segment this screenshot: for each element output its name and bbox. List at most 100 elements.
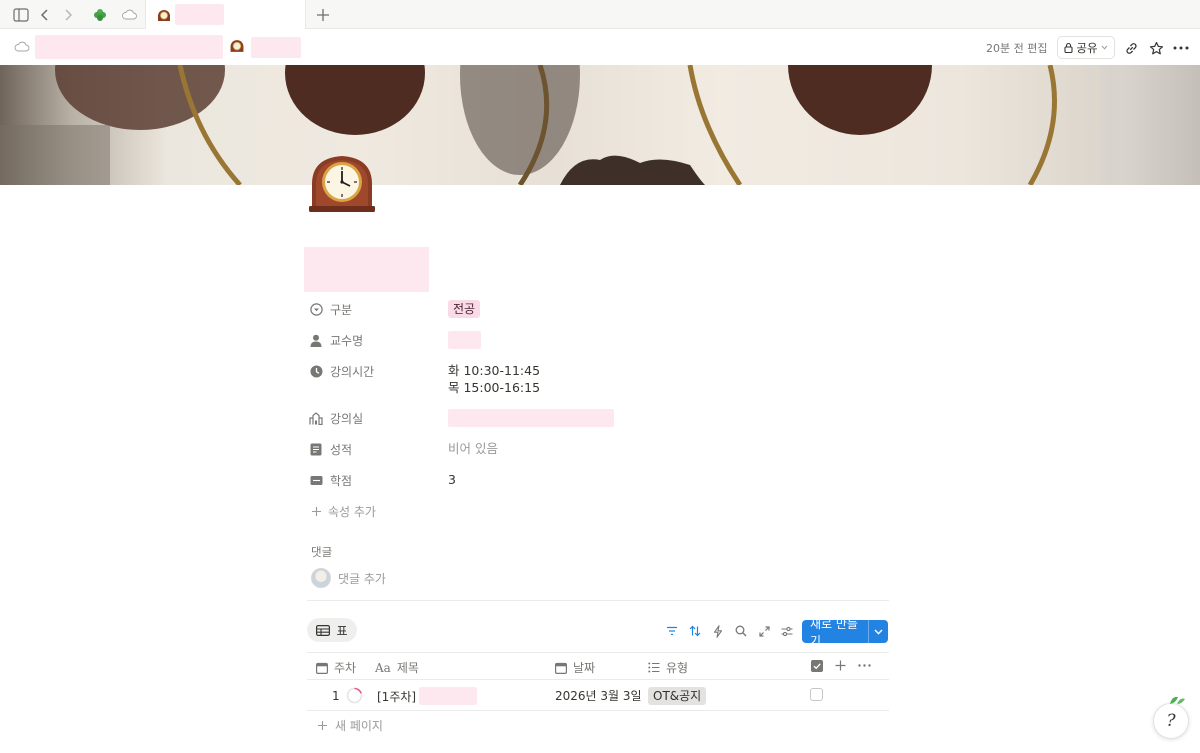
add-property-label: 속성 추가 (328, 505, 376, 519)
column-header-type[interactable]: 유형 (648, 659, 688, 676)
cell-type[interactable]: OT&공지 (648, 687, 707, 705)
back-arrow-icon[interactable] (35, 5, 55, 25)
filter-icon[interactable] (664, 623, 680, 639)
new-item-label: 새로 만들기 (810, 616, 858, 648)
cell-date[interactable]: 2026년 3월 3일 (555, 687, 642, 704)
column-more-icon[interactable] (858, 664, 871, 667)
help-button[interactable]: ? (1153, 696, 1189, 739)
mantelpiece-clock-icon[interactable] (306, 150, 378, 214)
comments-section-label: 댓글 (311, 545, 333, 559)
add-comment-placeholder[interactable]: 댓글 추가 (338, 570, 386, 587)
row-checkbox[interactable] (810, 688, 823, 701)
table-row[interactable]: 1 [1주차] 2026년 3월 3일 OT&공지 (307, 680, 889, 711)
add-comment-row[interactable]: 댓글 추가 (311, 568, 386, 588)
column-header-checkbox[interactable] (811, 660, 823, 672)
clover-icon (94, 9, 106, 21)
chevron-down-icon[interactable] (869, 629, 888, 635)
view-tab-table[interactable]: 표 (307, 618, 357, 642)
tab-clover[interactable] (86, 0, 114, 29)
cloud-icon (122, 9, 137, 20)
settings-sliders-icon[interactable] (779, 623, 795, 639)
search-icon[interactable] (733, 623, 749, 639)
automation-bolt-icon[interactable] (710, 623, 726, 639)
add-column-plus-icon[interactable] (835, 660, 846, 671)
text-type-icon: Aa (375, 660, 391, 675)
breadcrumb-clock-icon[interactable] (229, 38, 245, 60)
property-label: 학점 (330, 473, 353, 488)
property-category[interactable]: 구분 전공 (309, 297, 889, 321)
plus-icon (318, 721, 327, 730)
calendar-icon (555, 662, 567, 674)
leaf-icon (1170, 696, 1185, 704)
document-icon (309, 442, 323, 456)
new-page-button[interactable]: 새 페이지 (317, 717, 383, 734)
professor-name-redacted (448, 331, 481, 349)
property-name: 교수명 (309, 328, 448, 352)
cell-checkbox[interactable] (810, 688, 823, 701)
last-edited-label: 20분 전 편집 (986, 42, 1048, 55)
add-property-button[interactable]: 속성 추가 (311, 503, 376, 520)
tab-title-redacted (175, 4, 224, 25)
view-tab-label: 표 (336, 623, 348, 638)
row-title: [1주차] (377, 689, 417, 704)
property-value[interactable] (448, 328, 481, 353)
breadcrumb-cloud-icon[interactable] (14, 41, 30, 63)
new-tab-plus-icon[interactable] (313, 5, 333, 25)
property-value[interactable]: 3 (448, 468, 456, 488)
property-grade[interactable]: 성적 비어 있음 (309, 437, 889, 461)
sort-icon[interactable] (687, 623, 703, 639)
classroom-redacted (448, 409, 614, 427)
person-icon (309, 333, 323, 347)
clock-icon (309, 364, 323, 378)
help-glyph: ? (1166, 711, 1176, 731)
page-title-redacted[interactable] (304, 247, 429, 292)
property-label: 강의시간 (330, 364, 375, 379)
share-label: 공유 (1076, 40, 1098, 55)
property-value[interactable]: 화 10:30-11:45 목 15:00-16:15 (448, 359, 540, 396)
select-icon (309, 302, 323, 316)
breadcrumb-parent-redacted[interactable] (35, 35, 223, 59)
plus-icon (312, 507, 321, 516)
property-classroom[interactable]: 강의실 (309, 406, 889, 430)
progress-ring-icon (346, 687, 362, 704)
new-item-button[interactable]: 새로 만들기 (802, 617, 888, 648)
more-options-icon[interactable] (1171, 38, 1191, 58)
property-value[interactable]: 전공 (448, 297, 481, 318)
forward-arrow-icon[interactable] (58, 5, 78, 25)
checkbox-icon (811, 660, 823, 672)
tab-current-page[interactable] (145, 0, 306, 30)
cover-image[interactable] (0, 65, 1200, 185)
column-header-week[interactable]: 주차 (316, 659, 356, 676)
cell-week[interactable]: 1 (332, 687, 363, 704)
expand-icon[interactable] (756, 623, 772, 639)
column-label: 유형 (666, 661, 689, 675)
property-label: 강의실 (330, 411, 364, 426)
table-header: 주차 Aa 제목 날짜 유형 (307, 652, 889, 680)
tag-major: 전공 (448, 300, 481, 318)
property-value[interactable]: 비어 있음 (448, 437, 498, 457)
property-value[interactable] (448, 406, 614, 431)
property-name: 학점 (309, 468, 448, 492)
week-number: 1 (332, 688, 340, 703)
star-icon[interactable] (1146, 38, 1166, 58)
column-header-title[interactable]: Aa 제목 (375, 659, 419, 676)
column-label: 주차 (334, 661, 357, 675)
link-icon[interactable] (1121, 38, 1141, 58)
tab-cloud[interactable] (115, 0, 143, 29)
breadcrumb-current-redacted[interactable] (251, 37, 301, 58)
sidebar-toggle-icon[interactable] (11, 5, 31, 25)
mantelpiece-clock-icon (158, 10, 170, 21)
page-header: 20분 전 편집 공유 (0, 29, 1200, 65)
lecture-time-line: 목 15:00-16:15 (448, 380, 541, 395)
property-lecture-time[interactable]: 강의시간 화 10:30-11:45 목 15:00-16:15 (309, 359, 889, 399)
property-professor[interactable]: 교수명 (309, 328, 889, 352)
property-credits[interactable]: 학점 3 (309, 468, 889, 492)
property-name: 강의실 (309, 406, 448, 430)
property-name: 구분 (309, 297, 448, 321)
column-header-date[interactable]: 날짜 (555, 659, 595, 676)
column-label: 날짜 (573, 661, 596, 675)
property-label: 성적 (330, 442, 353, 457)
cell-title[interactable]: [1주차] (377, 687, 478, 705)
chevron-down-icon (1101, 45, 1107, 50)
share-button[interactable]: 공유 (1057, 36, 1115, 59)
